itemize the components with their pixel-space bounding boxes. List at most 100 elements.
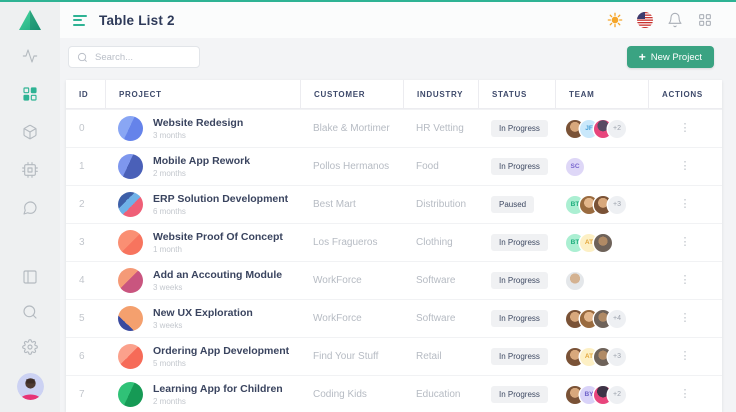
table-row[interactable]: 3 Website Proof Of Concept 1 month Los F… [66, 223, 722, 261]
project-duration: 1 month [153, 245, 283, 254]
status-badge: In Progress [491, 386, 548, 403]
sidebar [0, 2, 60, 412]
col-header-id: ID [66, 80, 105, 108]
industry-cell: HR Vetting [403, 110, 478, 147]
project-name: New UX Exploration [153, 307, 253, 319]
new-project-button[interactable]: + New Project [627, 46, 714, 68]
notifications-bell-icon[interactable] [666, 12, 683, 29]
plus-icon: + [639, 51, 646, 63]
table-row[interactable]: 4 Add an Accouting Module 3 weeks WorkFo… [66, 261, 722, 299]
customer-cell: Los Fragueros [300, 224, 403, 261]
team-avatar [566, 272, 584, 290]
row-id: 0 [66, 110, 105, 147]
sidebar-chat-icon[interactable] [22, 199, 39, 216]
app-logo-icon[interactable] [18, 9, 42, 31]
team-cell: JF +2 [555, 110, 648, 147]
theme-sun-icon[interactable] [606, 12, 623, 29]
customer-cell: Best Mart [300, 186, 403, 223]
status-badge: In Progress [491, 310, 548, 327]
col-header-project: PROJECT [105, 80, 300, 108]
industry-cell: Clothing [403, 224, 478, 261]
language-flag-us-icon[interactable] [636, 12, 653, 29]
row-id: 5 [66, 300, 105, 337]
sidebar-search-icon[interactable] [22, 303, 39, 320]
industry-cell: Retail [403, 338, 478, 375]
project-duration: 2 months [153, 169, 250, 178]
row-id: 7 [66, 376, 105, 412]
row-actions-menu-icon[interactable]: ⋮ [674, 385, 697, 404]
search-box [68, 46, 200, 68]
project-icon [118, 344, 143, 369]
row-actions-menu-icon[interactable]: ⋮ [674, 157, 697, 176]
row-actions-menu-icon[interactable]: ⋮ [674, 347, 697, 366]
row-actions-menu-icon[interactable]: ⋮ [674, 309, 697, 328]
team-cell: AT +3 [555, 338, 648, 375]
sidebar-cpu-icon[interactable] [22, 161, 39, 178]
project-icon [118, 230, 143, 255]
col-header-status: STATUS [478, 80, 555, 108]
table-row[interactable]: 6 Ordering App Development 5 months Find… [66, 337, 722, 375]
row-id: 6 [66, 338, 105, 375]
search-icon [77, 52, 88, 63]
user-avatar[interactable] [17, 373, 44, 400]
team-avatar [594, 234, 612, 252]
row-actions-menu-icon[interactable]: ⋮ [674, 195, 697, 214]
row-id: 4 [66, 262, 105, 299]
team-more-badge: +3 [608, 196, 626, 214]
col-header-industry: INDUSTRY [403, 80, 478, 108]
col-header-actions: ACTIONS [648, 80, 722, 108]
team-cell: SC [555, 148, 648, 185]
search-input[interactable] [93, 51, 192, 64]
row-id: 2 [66, 186, 105, 223]
table-row[interactable]: 1 Mobile App Rework 2 months Pollos Herm… [66, 147, 722, 185]
team-more-badge: +3 [608, 348, 626, 366]
row-actions-menu-icon[interactable]: ⋮ [674, 119, 697, 138]
project-icon [118, 154, 143, 179]
customer-cell: Find Your Stuff [300, 338, 403, 375]
sidebar-package-icon[interactable] [22, 123, 39, 140]
industry-cell: Education [403, 376, 478, 412]
project-name: ERP Solution Development [153, 193, 288, 205]
table-row[interactable]: 0 Website Redesign 3 months Blake & Mort… [66, 109, 722, 147]
project-name: Mobile App Rework [153, 155, 250, 167]
team-cell: +4 [555, 300, 648, 337]
new-project-label: New Project [651, 52, 702, 63]
table-header-row: ID PROJECT CUSTOMER INDUSTRY STATUS TEAM… [66, 80, 722, 109]
menu-hamburger-icon[interactable] [73, 15, 87, 26]
page-title: Table List 2 [99, 13, 175, 28]
status-badge: In Progress [491, 158, 548, 175]
project-duration: 6 months [153, 207, 288, 216]
sidebar-dashboard-grid-icon[interactable] [22, 85, 39, 102]
team-more-badge: +4 [608, 310, 626, 328]
project-icon [118, 116, 143, 141]
project-duration: 3 weeks [153, 283, 282, 292]
industry-cell: Software [403, 300, 478, 337]
industry-cell: Distribution [403, 186, 478, 223]
project-icon [118, 192, 143, 217]
table-row[interactable]: 2 ERP Solution Development 6 months Best… [66, 185, 722, 223]
customer-cell: Pollos Hermanos [300, 148, 403, 185]
table-row[interactable]: 7 Learning App for Children 2 months Cod… [66, 375, 722, 412]
status-badge: In Progress [491, 272, 548, 289]
sidebar-settings-gear-icon[interactable] [22, 338, 39, 355]
project-duration: 2 months [153, 397, 283, 406]
project-name: Website Proof Of Concept [153, 231, 283, 243]
status-badge: In Progress [491, 120, 548, 137]
team-cell: BT +3 [555, 186, 648, 223]
sidebar-activity-icon[interactable] [22, 47, 39, 64]
team-cell: BY +2 [555, 376, 648, 412]
col-header-customer: CUSTOMER [300, 80, 403, 108]
sidebar-layout-icon[interactable] [22, 268, 39, 285]
industry-cell: Food [403, 148, 478, 185]
apps-grid-icon[interactable] [696, 12, 713, 29]
row-id: 3 [66, 224, 105, 261]
customer-cell: WorkForce [300, 300, 403, 337]
col-header-team: TEAM [555, 80, 648, 108]
row-actions-menu-icon[interactable]: ⋮ [674, 233, 697, 252]
project-name: Ordering App Development [153, 345, 289, 357]
project-name: Website Redesign [153, 117, 243, 129]
team-more-badge: +2 [608, 120, 626, 138]
row-actions-menu-icon[interactable]: ⋮ [674, 271, 697, 290]
customer-cell: Coding Kids [300, 376, 403, 412]
table-row[interactable]: 5 New UX Exploration 3 weeks WorkForce S… [66, 299, 722, 337]
